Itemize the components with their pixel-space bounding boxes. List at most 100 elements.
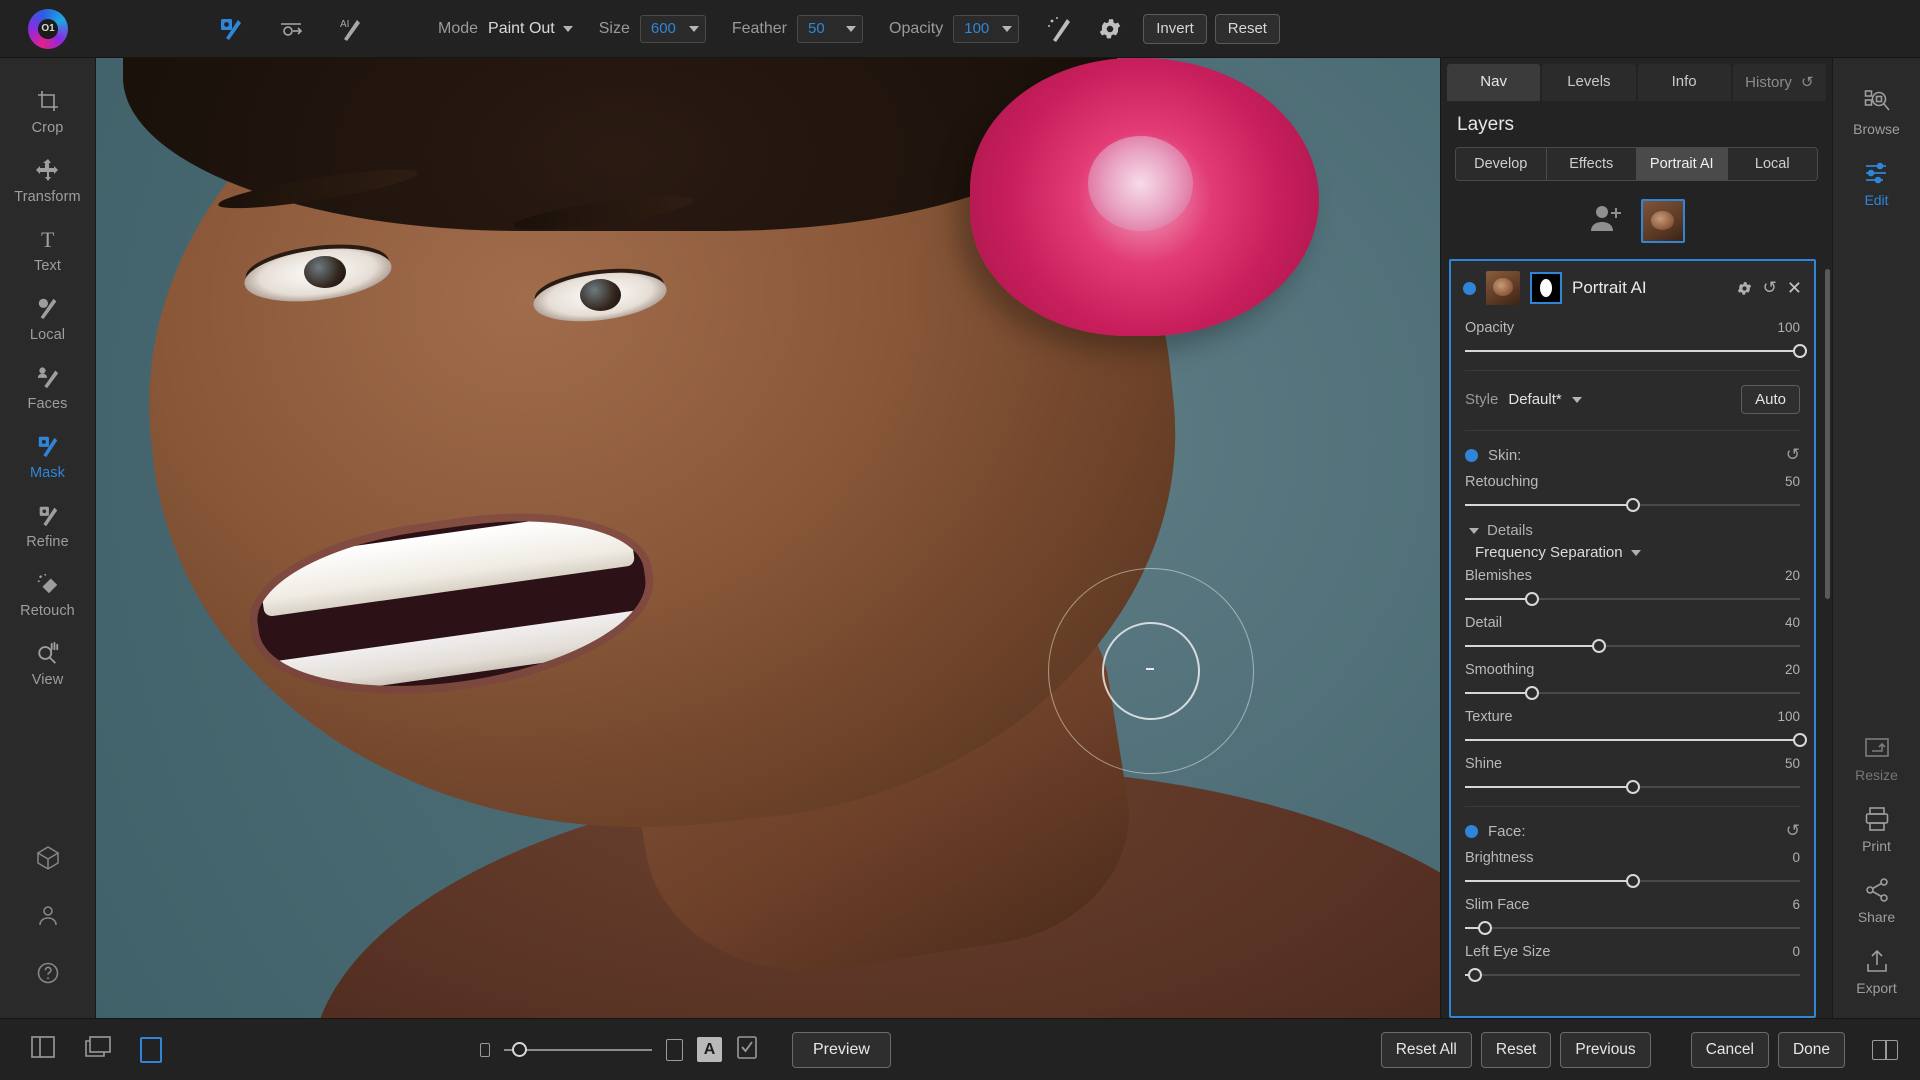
- reset-mask-button[interactable]: Reset: [1215, 14, 1280, 44]
- image-canvas[interactable]: [96, 58, 1440, 1018]
- module-browse[interactable]: Browse: [1833, 76, 1920, 147]
- brightness-slider[interactable]: [1465, 870, 1800, 892]
- slider-knob[interactable]: [1592, 639, 1606, 653]
- single-view-icon[interactable]: [140, 1037, 162, 1063]
- size-input[interactable]: 600: [640, 15, 706, 43]
- slider-knob[interactable]: [1793, 733, 1807, 747]
- tab-nav[interactable]: Nav: [1447, 64, 1540, 101]
- sidebar-item-mask[interactable]: Mask: [0, 421, 96, 490]
- chevron-down-icon[interactable]: [689, 26, 699, 32]
- layer-settings-scroll[interactable]: Portrait AI ↺ ✕ Opacity 100: [1441, 259, 1832, 1018]
- reset-button[interactable]: Reset: [1481, 1032, 1552, 1068]
- ai-quick-mask-icon[interactable]: AI: [336, 14, 366, 44]
- undo-icon[interactable]: ↺: [1763, 278, 1777, 298]
- slider-knob[interactable]: [1626, 780, 1640, 794]
- panel-scrollbar[interactable]: [1825, 269, 1830, 599]
- filmstrip-toggle-icon[interactable]: [30, 1035, 56, 1064]
- slider-knob[interactable]: [1525, 686, 1539, 700]
- layer-thumbnail[interactable]: [1486, 271, 1520, 305]
- slider-knob[interactable]: [1525, 592, 1539, 606]
- skin-enabled-toggle[interactable]: [1465, 449, 1478, 462]
- zoom-slider[interactable]: [504, 1049, 652, 1051]
- opacity-slider[interactable]: [1465, 340, 1800, 362]
- subtab-effects[interactable]: Effects: [1547, 148, 1638, 180]
- smoothing-slider[interactable]: [1465, 682, 1800, 704]
- layers-3d-icon[interactable]: [35, 831, 61, 890]
- details-group-toggle[interactable]: Details: [1451, 516, 1814, 541]
- small-thumb-icon[interactable]: [480, 1043, 490, 1057]
- face-enabled-toggle[interactable]: [1465, 825, 1478, 838]
- mode-label: Mode: [438, 20, 478, 38]
- mode-control[interactable]: Mode Paint Out: [438, 20, 573, 38]
- module-edit[interactable]: Edit: [1833, 147, 1920, 218]
- sidebar-item-local[interactable]: Local: [0, 283, 96, 352]
- sidebar-item-refine[interactable]: Refine: [0, 490, 96, 559]
- preview-button[interactable]: Preview: [792, 1032, 891, 1068]
- help-icon[interactable]: [36, 947, 60, 1004]
- layer-enabled-toggle[interactable]: [1463, 282, 1476, 295]
- style-value[interactable]: Default*: [1508, 391, 1561, 408]
- module-resize[interactable]: Resize: [1833, 722, 1920, 793]
- text-overlay-toggle[interactable]: A: [697, 1037, 722, 1062]
- auto-button[interactable]: Auto: [1741, 385, 1800, 414]
- tab-info[interactable]: Info: [1638, 64, 1731, 101]
- panel-toggle-icon[interactable]: [1872, 1040, 1898, 1060]
- slider-knob[interactable]: [1478, 921, 1492, 935]
- detail-slider[interactable]: [1465, 635, 1800, 657]
- app-logo[interactable]: O1: [0, 9, 96, 49]
- chevron-down-icon[interactable]: [1002, 26, 1012, 32]
- opacity-input[interactable]: 100: [953, 15, 1019, 43]
- slim-face-slider[interactable]: [1465, 917, 1800, 939]
- mask-gradient-icon[interactable]: [276, 14, 306, 44]
- frequency-separation-dropdown[interactable]: Frequency Separation: [1451, 541, 1814, 563]
- transform-icon: [36, 156, 60, 184]
- slider-knob[interactable]: [1793, 344, 1807, 358]
- sidebar-item-view[interactable]: View: [0, 628, 96, 697]
- chevron-down-icon[interactable]: [846, 26, 856, 32]
- zoom-slider-knob[interactable]: [512, 1042, 527, 1057]
- undo-icon[interactable]: ↺: [1786, 821, 1800, 841]
- layer-mask-thumbnail[interactable]: [1530, 272, 1562, 304]
- slider-knob[interactable]: [1626, 498, 1640, 512]
- mask-brush-icon[interactable]: [216, 14, 246, 44]
- cancel-button[interactable]: Cancel: [1691, 1032, 1769, 1068]
- retouching-slider[interactable]: [1465, 494, 1800, 516]
- subtab-portrait-ai[interactable]: Portrait AI: [1637, 148, 1728, 180]
- slider-knob[interactable]: [1468, 968, 1482, 982]
- module-print[interactable]: Print: [1833, 793, 1920, 864]
- add-person-icon[interactable]: [1589, 204, 1623, 239]
- compare-view-icon[interactable]: [84, 1035, 112, 1064]
- svg-text:AI: AI: [340, 19, 349, 30]
- face-thumbnail[interactable]: [1641, 199, 1685, 243]
- reset-all-button[interactable]: Reset All: [1381, 1032, 1472, 1068]
- feather-input[interactable]: 50: [797, 15, 863, 43]
- gear-icon[interactable]: [1097, 16, 1123, 42]
- chevron-down-icon[interactable]: [1572, 397, 1582, 403]
- slider-knob[interactable]: [1626, 874, 1640, 888]
- subtab-develop[interactable]: Develop: [1456, 148, 1547, 180]
- subtab-local[interactable]: Local: [1728, 148, 1818, 180]
- close-icon[interactable]: ✕: [1787, 278, 1804, 299]
- portrait-person-icon[interactable]: [36, 890, 60, 947]
- soft-proof-icon[interactable]: [736, 1035, 758, 1065]
- gear-icon[interactable]: [1736, 280, 1753, 297]
- sidebar-item-retouch[interactable]: Retouch: [0, 559, 96, 628]
- module-share[interactable]: Share: [1833, 864, 1920, 935]
- wand-brush-icon[interactable]: [1045, 14, 1075, 44]
- previous-button[interactable]: Previous: [1560, 1032, 1650, 1068]
- done-button[interactable]: Done: [1778, 1032, 1845, 1068]
- sidebar-item-crop[interactable]: Crop: [0, 76, 96, 145]
- blemishes-slider[interactable]: [1465, 588, 1800, 610]
- sidebar-item-text[interactable]: T Text: [0, 214, 96, 283]
- large-thumb-icon[interactable]: [666, 1039, 683, 1061]
- texture-slider[interactable]: [1465, 729, 1800, 751]
- shine-slider[interactable]: [1465, 776, 1800, 798]
- left-eye-size-slider[interactable]: [1465, 964, 1800, 986]
- module-export[interactable]: Export: [1833, 935, 1920, 1018]
- invert-button[interactable]: Invert: [1143, 14, 1207, 44]
- tab-levels[interactable]: Levels: [1542, 64, 1635, 101]
- undo-icon[interactable]: ↺: [1786, 445, 1800, 465]
- tab-history[interactable]: History ↺: [1733, 64, 1826, 101]
- sidebar-item-faces[interactable]: Faces: [0, 352, 96, 421]
- sidebar-item-transform[interactable]: Transform: [0, 145, 96, 214]
